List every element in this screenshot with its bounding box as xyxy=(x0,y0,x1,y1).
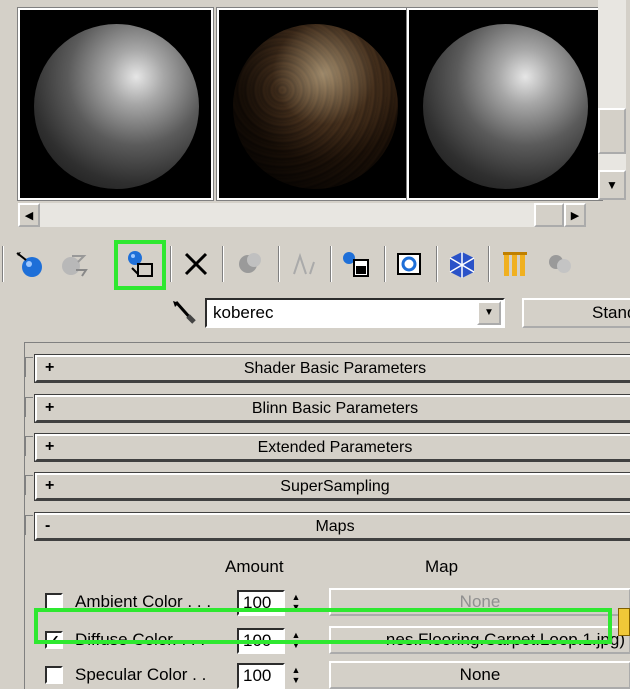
scroll-down-button[interactable]: ▼ xyxy=(598,170,626,200)
close-icon xyxy=(184,252,208,276)
separator xyxy=(278,246,280,282)
material-effects-channel-icon xyxy=(397,253,421,275)
rollout-maps[interactable]: - Maps xyxy=(34,512,630,541)
go-to-parent-button[interactable] xyxy=(540,244,580,284)
rollout-bracket xyxy=(25,397,33,417)
put-to-library-button[interactable] xyxy=(336,244,376,284)
material-editor-toolbar xyxy=(0,236,630,292)
show-map-in-viewport-icon xyxy=(449,252,475,278)
material-name-field[interactable]: koberec ▼ xyxy=(205,298,505,328)
separator xyxy=(384,246,386,282)
scroll-thumb[interactable] xyxy=(534,203,564,227)
rollout-bracket xyxy=(25,515,33,535)
map-row-specular-color: Specular Color . . 100 ▲ ▼ None xyxy=(45,661,630,689)
rollout-blinn-basic-parameters[interactable]: + Blinn Basic Parameters xyxy=(34,394,630,423)
material-name-row: koberec ▼ Standard xyxy=(0,292,630,334)
material-name-value: koberec xyxy=(213,303,274,322)
amount-spinner[interactable]: ▲ ▼ xyxy=(289,665,303,687)
eyedropper-icon xyxy=(173,301,196,324)
make-unique-icon xyxy=(293,252,315,275)
get-material-button[interactable] xyxy=(10,244,50,284)
separator xyxy=(436,246,438,282)
chevron-down-icon: ▼ xyxy=(484,307,494,318)
specular-map-button[interactable]: None xyxy=(329,661,630,689)
rollout-extended-parameters[interactable]: + Extended Parameters xyxy=(34,433,630,462)
arrow-down-icon: ▼ xyxy=(606,178,618,192)
show-end-result-button[interactable] xyxy=(496,244,536,284)
scroll-left-button[interactable]: ◀ xyxy=(18,203,40,227)
sample-slot-3[interactable] xyxy=(406,7,603,201)
material-sphere-preview xyxy=(233,24,398,189)
arrow-left-icon: ◀ xyxy=(24,209,34,222)
vertical-scrollbar[interactable]: ▼ xyxy=(598,0,626,200)
material-sphere-preview xyxy=(423,24,588,189)
put-to-scene-icon xyxy=(62,255,88,277)
make-unique-button[interactable] xyxy=(284,244,324,284)
show-end-result-icon xyxy=(503,252,527,276)
show-map-in-viewport-button[interactable] xyxy=(442,244,482,284)
assign-highlight-box xyxy=(114,240,166,290)
specular-color-checkbox[interactable] xyxy=(45,666,63,684)
material-effects-channel-button[interactable] xyxy=(390,244,430,284)
map-column-header: Map xyxy=(425,557,459,576)
go-to-parent-icon xyxy=(549,255,571,273)
lock-toggle-tab[interactable] xyxy=(618,608,630,636)
specular-amount-field[interactable]: 100 xyxy=(237,663,285,689)
sample-slots xyxy=(10,7,603,201)
material-name-dropdown-button[interactable]: ▼ xyxy=(477,301,501,325)
rollout-title: Shader Basic Parameters xyxy=(243,360,427,377)
rollout-bracket xyxy=(25,436,33,456)
separator xyxy=(222,246,224,282)
sample-slot-1[interactable] xyxy=(17,7,214,201)
material-type-label: Standard xyxy=(592,303,630,322)
diffuse-highlight-box xyxy=(34,608,612,644)
get-material-icon xyxy=(16,252,42,277)
make-copy-icon xyxy=(239,253,261,273)
rollout-title: SuperSampling xyxy=(280,478,390,495)
make-copy-button[interactable] xyxy=(230,244,270,284)
material-type-button[interactable]: Standard xyxy=(522,298,630,328)
amount-column-header: Amount xyxy=(225,557,284,576)
separator xyxy=(330,246,332,282)
rollout-supersampling[interactable]: + SuperSampling xyxy=(34,472,630,501)
rollout-title: Blinn Basic Parameters xyxy=(251,400,419,417)
pick-material-from-object-button[interactable] xyxy=(170,298,198,326)
separator xyxy=(488,246,490,282)
rollout-bracket xyxy=(25,475,33,495)
scroll-thumb[interactable] xyxy=(598,108,626,154)
separator xyxy=(2,246,4,282)
sample-slot-2[interactable] xyxy=(216,7,413,201)
put-to-library-icon xyxy=(343,252,369,277)
reset-map-button[interactable] xyxy=(176,244,216,284)
scroll-right-button[interactable]: ▶ xyxy=(564,203,586,227)
rollout-title: Extended Parameters xyxy=(257,439,413,456)
map-label: Specular Color . . xyxy=(75,665,207,684)
rollout-bracket xyxy=(25,357,33,377)
rollout-title: Maps xyxy=(315,518,355,535)
material-sphere-preview xyxy=(34,24,199,189)
put-to-scene-button[interactable] xyxy=(54,244,94,284)
rollout-shader-basic-parameters[interactable]: + Shader Basic Parameters xyxy=(34,354,630,383)
horizontal-scrollbar[interactable]: ◀ ▶ xyxy=(18,203,586,227)
arrow-right-icon: ▶ xyxy=(570,209,580,222)
separator xyxy=(170,246,172,282)
